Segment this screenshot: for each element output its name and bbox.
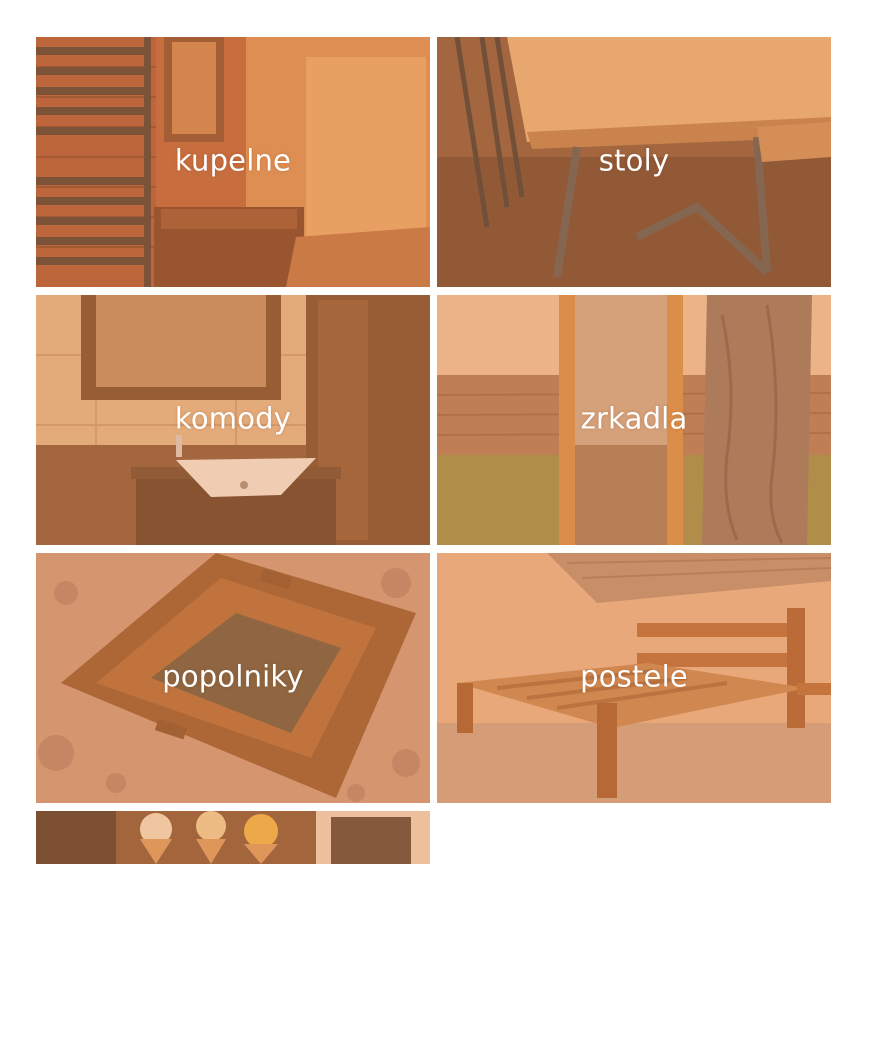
category-tile-kupelne[interactable]: kupelne (36, 37, 430, 287)
category-grid: kupelne stoly komody zrkadla popolniky p… (36, 37, 831, 1061)
category-tile-partial[interactable] (36, 811, 430, 864)
category-tile-popolniky[interactable]: popolniky (36, 553, 430, 803)
category-tile-komody[interactable]: komody (36, 295, 430, 545)
category-label: popolniky (162, 659, 304, 694)
category-tile-stoly[interactable]: stoly (437, 37, 831, 287)
category-tile-zrkadla[interactable]: zrkadla (437, 295, 831, 545)
category-label: kupelne (174, 143, 292, 178)
tile-overlay (36, 811, 430, 864)
category-label: stoly (598, 143, 670, 178)
category-label: komody (174, 401, 292, 436)
category-label: postele (580, 659, 688, 694)
category-label: zrkadla (580, 401, 688, 436)
category-tile-postele[interactable]: postele (437, 553, 831, 803)
